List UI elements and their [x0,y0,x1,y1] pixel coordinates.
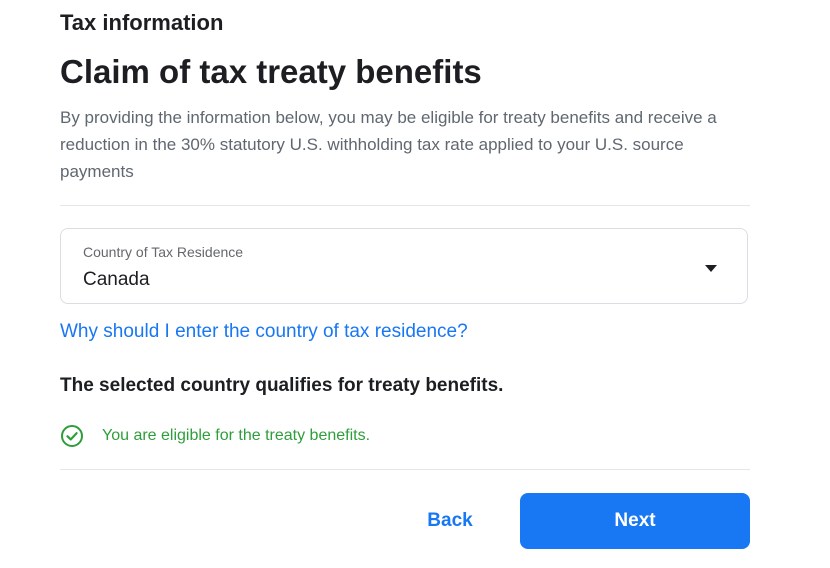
page-title: Claim of tax treaty benefits [60,53,482,90]
divider [60,205,750,206]
qualify-status-text: The selected country qualifies for treat… [60,375,504,396]
country-of-tax-residence-select[interactable]: Country of Tax Residence Canada [60,228,748,304]
caret-down-icon[interactable] [705,265,717,272]
section-title: Tax information [60,10,224,35]
why-enter-country-link[interactable]: Why should I enter the country of tax re… [60,321,468,343]
eligibility-message: You are eligible for the treaty benefits… [60,423,370,449]
select-label: Country of Tax Residence [83,244,244,260]
divider [60,469,750,470]
page-description: By providing the information below, you … [60,108,717,181]
select-value: Canada [83,269,150,290]
next-button[interactable]: Next [520,493,750,549]
eligible-text: You are eligible for the treaty benefits… [102,427,371,444]
back-button[interactable]: Back [400,500,500,542]
check-circle-icon [60,424,84,448]
